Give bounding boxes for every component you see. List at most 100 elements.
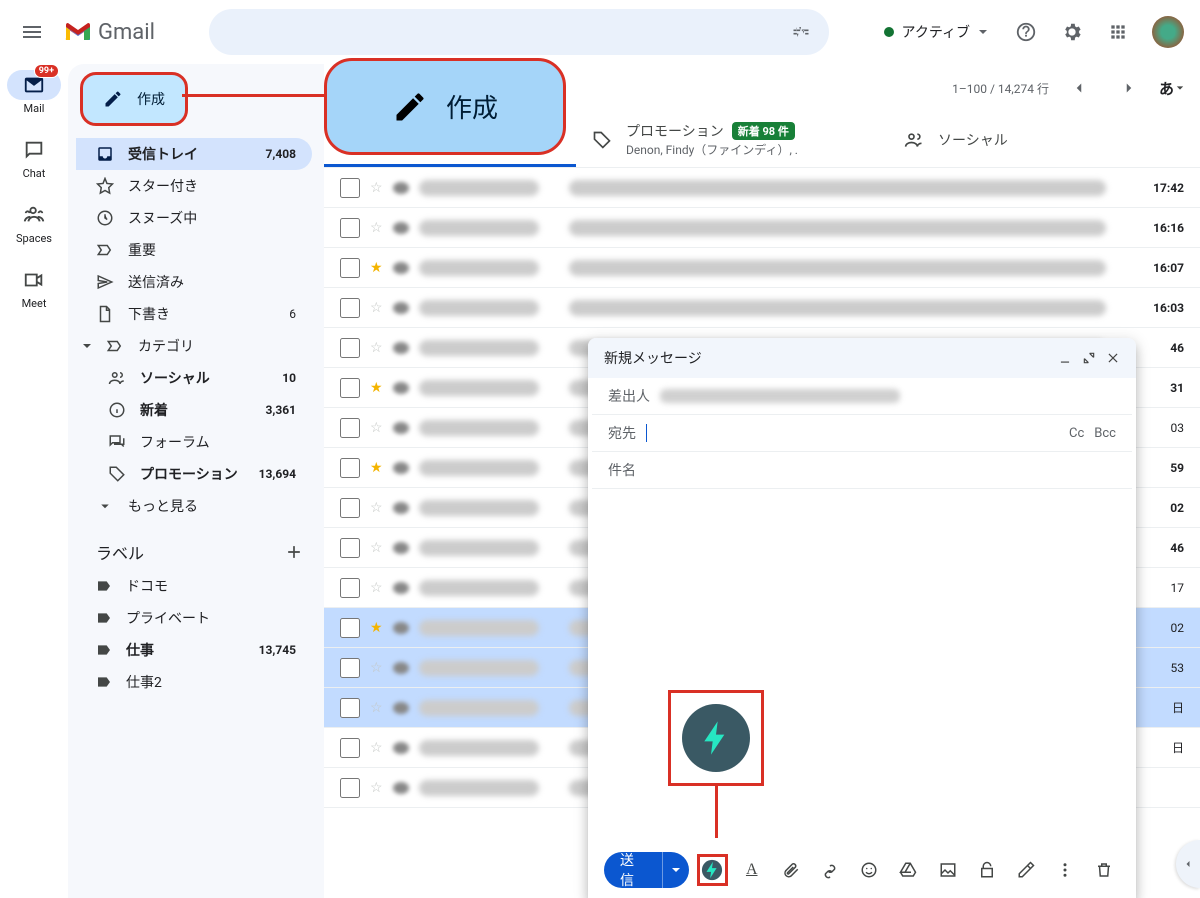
minimize-icon[interactable] — [1058, 351, 1072, 365]
close-icon[interactable] — [1106, 351, 1120, 365]
redacted-sender — [419, 660, 539, 676]
cc-button[interactable]: Cc — [1069, 426, 1084, 441]
discard-icon[interactable] — [1089, 854, 1120, 886]
nav-forums[interactable]: フォーラム — [76, 426, 312, 458]
nav-sent[interactable]: 送信済み — [76, 266, 312, 298]
star-icon[interactable]: ☆ — [370, 780, 383, 796]
to-field[interactable]: 宛先 Cc Bcc — [592, 415, 1132, 452]
nav-starred[interactable]: スター付き — [76, 170, 312, 202]
row-checkbox[interactable] — [340, 658, 360, 678]
apps-icon[interactable] — [1098, 12, 1138, 52]
star-icon[interactable]: ★ — [370, 460, 383, 476]
nav-social[interactable]: ソーシャル 10 — [76, 362, 312, 394]
nav-promotions[interactable]: プロモーション 13,694 — [76, 458, 312, 490]
format-icon[interactable]: A — [736, 854, 767, 886]
star-icon[interactable]: ☆ — [370, 740, 383, 756]
star-icon[interactable]: ☆ — [370, 300, 383, 316]
mail-row[interactable]: ☆ 16:16 — [324, 208, 1200, 248]
nav-important[interactable]: 重要 — [76, 234, 312, 266]
star-icon[interactable]: ★ — [370, 260, 383, 276]
row-checkbox[interactable] — [340, 538, 360, 558]
prev-page[interactable] — [1059, 68, 1099, 108]
row-checkbox[interactable] — [340, 458, 360, 478]
support-icon[interactable] — [1006, 12, 1046, 52]
nav-snoozed[interactable]: スヌーズ中 — [76, 202, 312, 234]
main-menu-button[interactable] — [8, 8, 56, 56]
tab-social[interactable]: ソーシャル — [888, 112, 1200, 167]
attach-icon[interactable] — [775, 854, 806, 886]
mail-row[interactable]: ☆ 17:42 — [324, 168, 1200, 208]
compose-body[interactable] — [588, 489, 1136, 842]
redacted-sender — [419, 780, 539, 796]
label-private[interactable]: プライベート — [76, 602, 312, 634]
star-icon[interactable]: ☆ — [370, 500, 383, 516]
row-time: 16:07 — [1136, 261, 1184, 275]
add-label-icon[interactable] — [284, 542, 304, 562]
label-work[interactable]: 仕事 13,745 — [76, 634, 312, 666]
bcc-button[interactable]: Bcc — [1094, 426, 1116, 441]
bolt-plugin-icon[interactable] — [697, 854, 728, 886]
more-options-icon[interactable] — [1050, 854, 1081, 886]
subject-field[interactable]: 件名 — [592, 452, 1132, 489]
search-options-icon[interactable] — [781, 12, 821, 52]
star-icon[interactable]: ☆ — [370, 700, 383, 716]
star-icon[interactable]: ☆ — [370, 540, 383, 556]
nav-categories[interactable]: カテゴリ — [76, 330, 312, 362]
nav-updates[interactable]: 新着 3,361 — [76, 394, 312, 426]
redacted — [393, 502, 409, 514]
row-checkbox[interactable] — [340, 698, 360, 718]
star-icon[interactable]: ☆ — [370, 660, 383, 676]
send-button[interactable]: 送信 — [604, 852, 689, 888]
nav-more[interactable]: もっと見る — [76, 490, 312, 522]
send-options[interactable] — [663, 852, 689, 888]
input-tools[interactable]: あ — [1159, 68, 1184, 108]
label-work2[interactable]: 仕事2 — [76, 666, 312, 698]
star-icon[interactable]: ★ — [370, 620, 383, 636]
image-icon[interactable] — [932, 854, 963, 886]
row-checkbox[interactable] — [340, 338, 360, 358]
mail-row[interactable]: ★ 16:07 — [324, 248, 1200, 288]
row-checkbox[interactable] — [340, 498, 360, 518]
chat-status[interactable]: アクティブ — [872, 16, 1000, 48]
next-page[interactable] — [1109, 68, 1149, 108]
compose-header[interactable]: 新規メッセージ — [588, 338, 1136, 378]
nav-inbox[interactable]: 受信トレイ 7,408 — [76, 138, 312, 170]
star-icon[interactable]: ☆ — [370, 340, 383, 356]
row-time: 31 — [1136, 381, 1184, 395]
star-icon[interactable]: ☆ — [370, 580, 383, 596]
rail-chat[interactable]: Chat — [7, 135, 61, 180]
star-icon[interactable]: ★ — [370, 380, 383, 396]
fullscreen-icon[interactable] — [1082, 351, 1096, 365]
account-avatar[interactable] — [1152, 16, 1184, 48]
row-checkbox[interactable] — [340, 578, 360, 598]
signature-icon[interactable] — [1010, 854, 1041, 886]
row-checkbox[interactable] — [340, 738, 360, 758]
row-checkbox[interactable] — [340, 418, 360, 438]
row-checkbox[interactable] — [340, 258, 360, 278]
annotation-compose-callout: 作成 — [324, 58, 566, 155]
label-docomo[interactable]: ドコモ — [76, 570, 312, 602]
row-checkbox[interactable] — [340, 178, 360, 198]
row-checkbox[interactable] — [340, 618, 360, 638]
from-field[interactable]: 差出人 — [592, 378, 1132, 415]
star-icon[interactable]: ☆ — [370, 420, 383, 436]
star-icon[interactable]: ☆ — [370, 180, 383, 196]
row-checkbox[interactable] — [340, 378, 360, 398]
row-checkbox[interactable] — [340, 778, 360, 798]
rail-spaces[interactable]: Spaces — [7, 200, 61, 245]
search-bar[interactable] — [209, 9, 829, 55]
drive-icon[interactable] — [893, 854, 924, 886]
mail-row[interactable]: ☆ 16:03 — [324, 288, 1200, 328]
settings-icon[interactable] — [1052, 12, 1092, 52]
emoji-icon[interactable] — [854, 854, 885, 886]
rail-meet[interactable]: Meet — [7, 265, 61, 310]
row-checkbox[interactable] — [340, 218, 360, 238]
nav-drafts[interactable]: 下書き 6 — [76, 298, 312, 330]
tab-promotions[interactable]: プロモーション 新着 98 件 Denon, Findy（ファインディ）, . — [576, 112, 888, 167]
rail-mail[interactable]: 99+ Mail — [7, 70, 61, 115]
star-icon[interactable]: ☆ — [370, 220, 383, 236]
link-icon[interactable] — [815, 854, 846, 886]
confidential-icon[interactable] — [971, 854, 1002, 886]
row-checkbox[interactable] — [340, 298, 360, 318]
compose-button[interactable]: 作成 — [80, 72, 188, 126]
